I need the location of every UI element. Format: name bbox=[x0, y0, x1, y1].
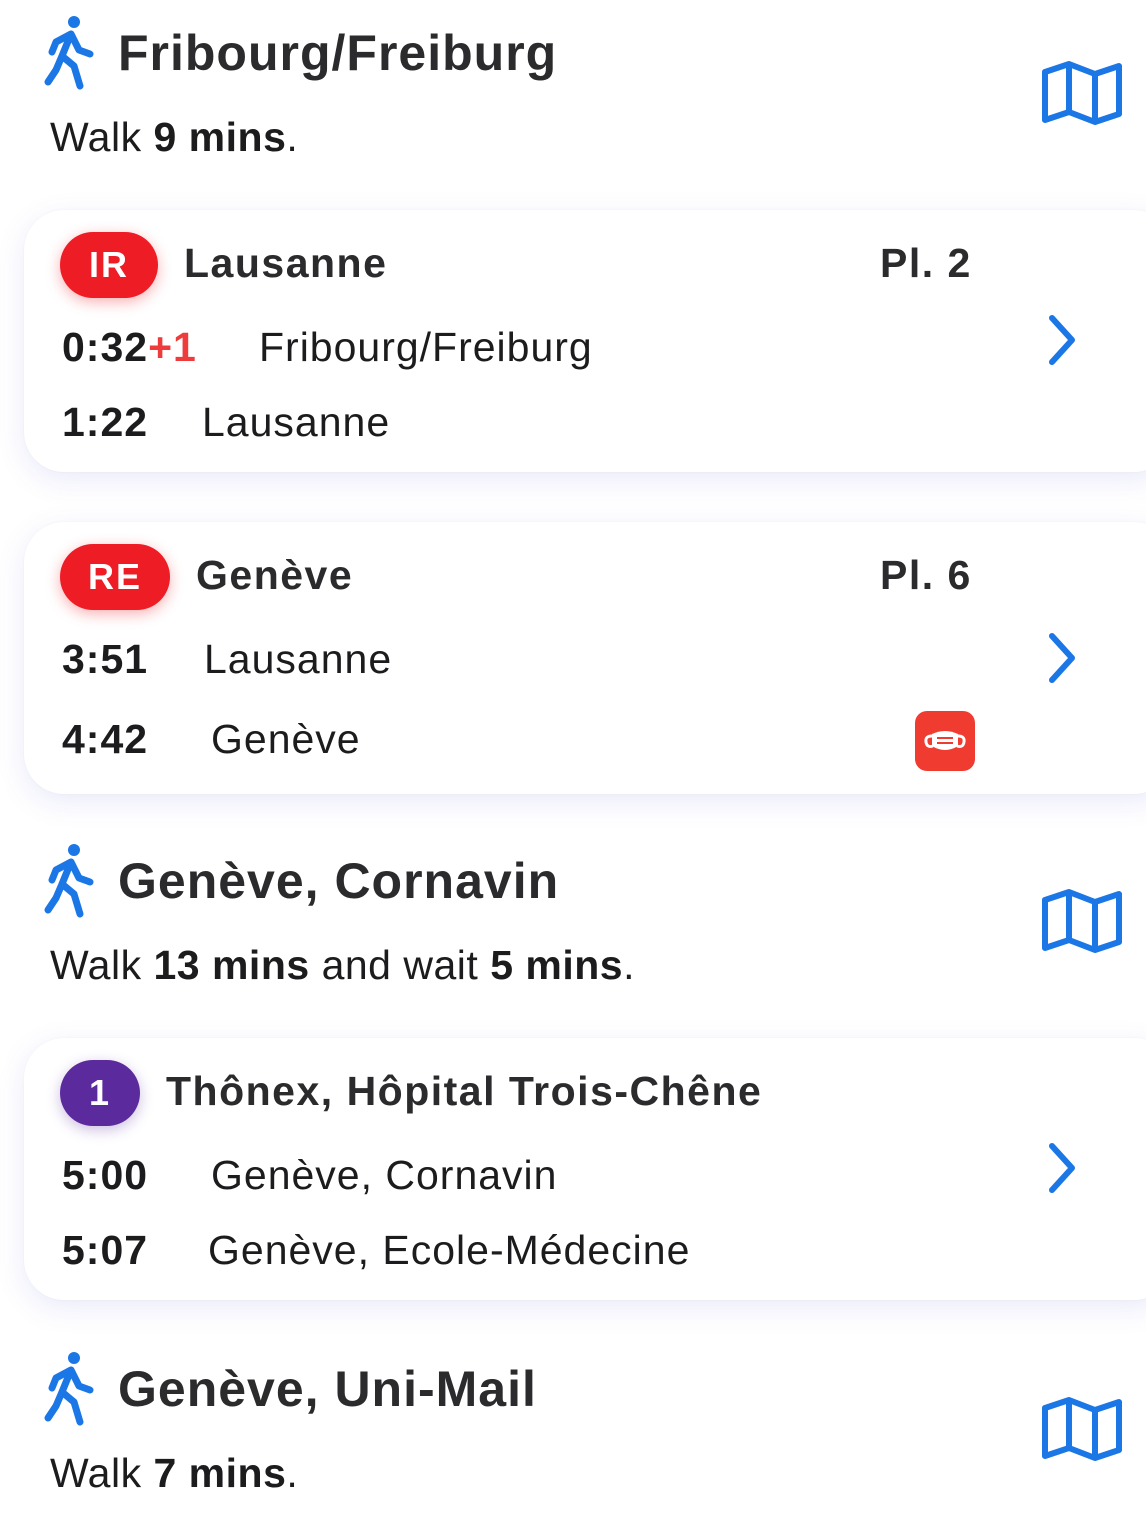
line-badge: 1 bbox=[60, 1060, 140, 1126]
map-icon[interactable] bbox=[1040, 60, 1124, 126]
walk-destination: Fribourg/Freiburg bbox=[118, 25, 558, 81]
departure-time: 5:00 bbox=[62, 1152, 149, 1198]
departure-stop: Fribourg/Freiburg bbox=[259, 324, 593, 370]
departure-time: 3:51 bbox=[62, 636, 149, 682]
walk-segment-fribourg: Fribourg/Freiburg Walk 9 mins. bbox=[0, 4, 1146, 174]
walk-description: Walk 9 mins. bbox=[50, 114, 299, 160]
leg-direction: Lausanne bbox=[184, 240, 388, 286]
leg-direction: Genève bbox=[196, 552, 354, 598]
departure-time: 0:32+1 bbox=[62, 324, 197, 370]
arrival-stop: Lausanne bbox=[202, 399, 391, 445]
platform-label: Pl. 2 bbox=[880, 240, 972, 286]
arrival-stop: Genève bbox=[211, 716, 361, 762]
walk-description: Walk 7 mins. bbox=[50, 1450, 299, 1496]
walk-description: Walk 13 mins and wait 5 mins. bbox=[50, 942, 635, 988]
arrival-time: 1:22 bbox=[62, 399, 149, 445]
departure-stop: Genève, Cornavin bbox=[211, 1152, 558, 1198]
walk-destination: Genève, Cornavin bbox=[118, 853, 560, 909]
arrival-time: 4:42 bbox=[62, 716, 149, 762]
line-badge: IR bbox=[60, 232, 158, 298]
departure-stop: Lausanne bbox=[204, 636, 393, 682]
journey-leg-ir[interactable]: IR Lausanne Pl. 2 0:32+1 Fribourg/Freibu… bbox=[24, 210, 1146, 472]
leg-direction: Thônex, Hôpital Trois-Chêne bbox=[166, 1068, 763, 1114]
walking-person-icon bbox=[44, 1350, 98, 1426]
chevron-right-icon[interactable] bbox=[1044, 1138, 1080, 1198]
walk-segment-uni-mail: Genève, Uni-Mail Walk 7 mins. bbox=[0, 1340, 1146, 1510]
line-badge: RE bbox=[60, 544, 170, 610]
walk-segment-cornavin: Genève, Cornavin Walk 13 mins and wait 5… bbox=[0, 832, 1146, 1002]
chevron-right-icon[interactable] bbox=[1044, 628, 1080, 688]
walking-person-icon bbox=[44, 14, 98, 90]
map-icon[interactable] bbox=[1040, 888, 1124, 954]
platform-label: Pl. 6 bbox=[880, 552, 972, 598]
map-icon[interactable] bbox=[1040, 1396, 1124, 1462]
walk-destination: Genève, Uni-Mail bbox=[118, 1361, 537, 1417]
chevron-right-icon[interactable] bbox=[1044, 310, 1080, 370]
journey-leg-re[interactable]: RE Genève Pl. 6 3:51 Lausanne 4:42 Genèv… bbox=[24, 522, 1146, 794]
arrival-stop: Genève, Ecole-Médecine bbox=[208, 1227, 691, 1273]
journey-leg-tram-1[interactable]: 1 Thônex, Hôpital Trois-Chêne 5:00 Genèv… bbox=[24, 1038, 1146, 1300]
arrival-time: 5:07 bbox=[62, 1227, 149, 1273]
delay-indicator: +1 bbox=[148, 324, 197, 370]
walking-person-icon bbox=[44, 842, 98, 918]
face-mask-icon[interactable] bbox=[915, 711, 975, 771]
